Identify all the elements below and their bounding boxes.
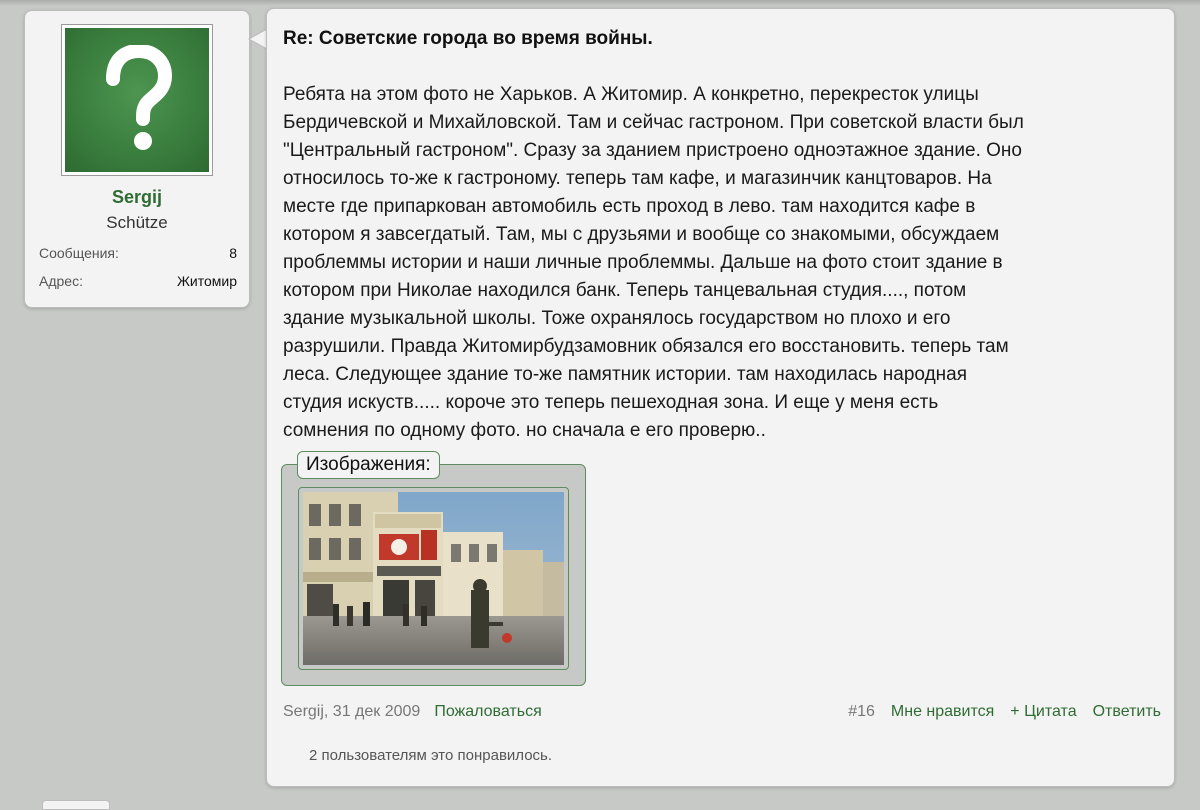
attachments-label: Изображения: — [297, 451, 440, 479]
post-actions: #16 Мне нравится + Цитата Ответить — [848, 703, 1161, 721]
post-body-line: относилось то-же к гастроному. теперь та… — [283, 168, 992, 189]
stat-row-messages: Сообщения: 8 — [39, 245, 237, 261]
post-title: Re: Советские города во время войны. — [283, 28, 653, 49]
stat-label: Адрес: — [39, 273, 83, 289]
post-body: Ребята на этом фото не Харьков. А Житоми… — [283, 81, 1163, 445]
post-meta: Sergij, 31 дек 2009 Пожаловаться — [283, 703, 542, 721]
author-date: Sergij, 31 дек 2009 — [283, 703, 420, 721]
post-body-line: "Центральный гастроном". Сразу за здание… — [283, 140, 1022, 161]
post-body-line: леса. Следующее здание то-же памятник ис… — [283, 364, 967, 385]
stat-label: Сообщения: — [39, 245, 119, 261]
attachment-photo — [303, 492, 564, 665]
attachment-thumbnail[interactable] — [298, 487, 569, 670]
like-button[interactable]: Мне нравится — [891, 703, 994, 721]
post-body-line: разрушили. Правда Житомирбудзамовник обя… — [283, 336, 1009, 357]
reply-button[interactable]: Ответить — [1093, 703, 1161, 721]
stat-row-location: Адрес: Житомир — [39, 273, 237, 289]
post-body-line: здание музыкальной школы. Тоже охранялос… — [283, 308, 951, 329]
user-info-card: Sergij Schütze Сообщения: 8 Адрес: Житом… — [24, 10, 250, 308]
question-mark-icon — [106, 45, 173, 150]
username-link[interactable]: Sergij — [25, 187, 249, 208]
quote-button[interactable]: + Цитата — [1010, 703, 1076, 721]
post-number-link[interactable]: #16 — [848, 703, 875, 721]
comma-separator: , — [323, 703, 333, 720]
attachments-box — [281, 464, 586, 686]
post-author[interactable]: Sergij — [283, 703, 324, 720]
user-rank-title: Schütze — [106, 213, 168, 232]
stat-value: Житомир — [176, 273, 237, 289]
avatar-image — [65, 28, 209, 172]
post-body-line: котором я завсегдатый. Там, мы с друзьям… — [283, 224, 1000, 245]
post-body-line: котором при Николае находился банк. Тепе… — [283, 280, 967, 301]
top-shadow — [0, 0, 1200, 6]
post-body-line: месте где припаркован автомобиль есть пр… — [283, 196, 976, 217]
avatar[interactable] — [61, 24, 213, 176]
report-link[interactable]: Пожаловаться — [434, 703, 541, 721]
post-body-line: студия искуств..... короче это теперь пе… — [283, 392, 939, 413]
stat-value: 8 — [229, 245, 237, 261]
post-body-line: Бердичевской и Михайловской. Там и сейча… — [283, 112, 1024, 133]
post-body-line: сомнения по одному фото. но сначала е ег… — [283, 420, 766, 441]
post-body-line: проблеммы истории и наши личные проблемм… — [283, 252, 1003, 273]
post-body-line: Ребята на этом фото не Харьков. А Житоми… — [283, 84, 979, 105]
likes-summary[interactable]: 2 пользователям это понравилось. — [309, 747, 552, 764]
post-card: Re: Советские города во время войны. Реб… — [266, 8, 1175, 787]
post-date[interactable]: 31 дек 2009 — [333, 703, 421, 720]
next-post-edge — [42, 800, 110, 810]
